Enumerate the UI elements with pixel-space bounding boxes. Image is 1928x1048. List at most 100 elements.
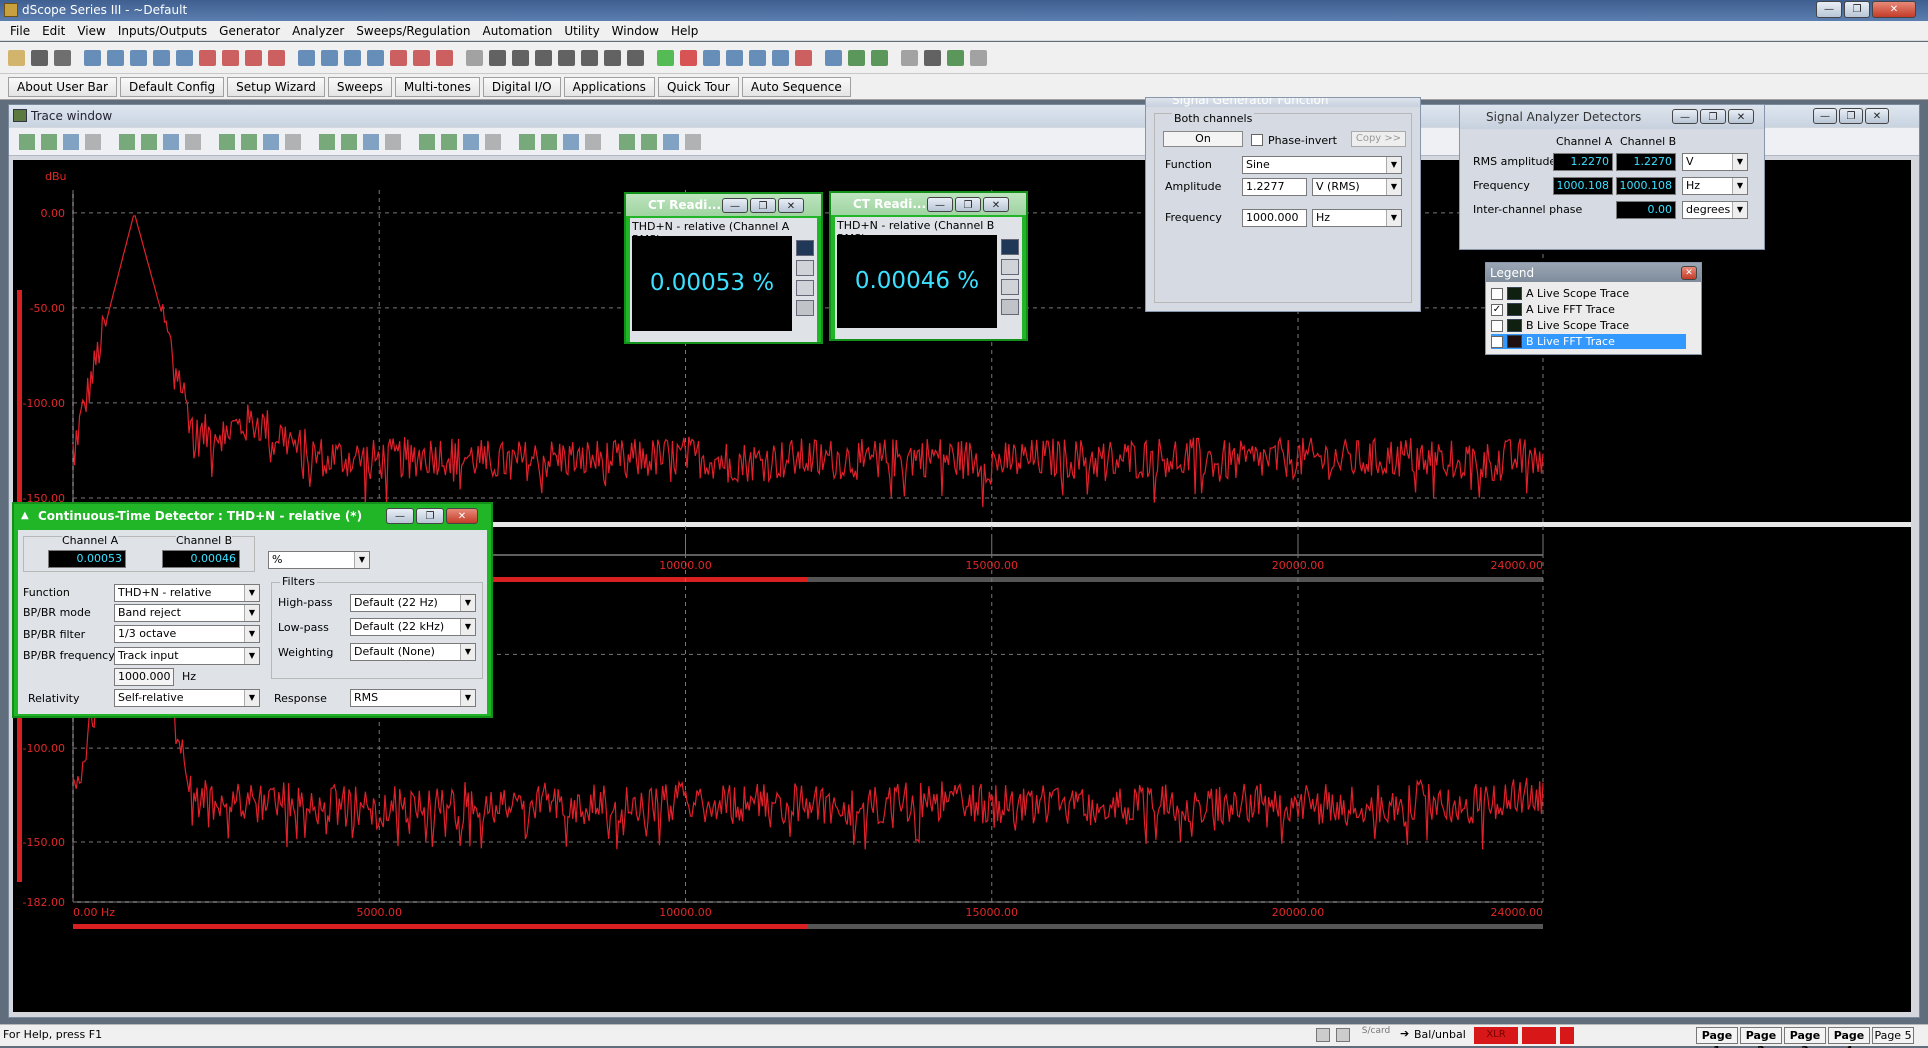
close-icon[interactable]: ✕ bbox=[1872, 1, 1916, 18]
bpbr-mode-dropdown[interactable]: Band reject ▼ bbox=[114, 604, 260, 622]
trace-toolbar-tool-icon[interactable] bbox=[119, 134, 135, 150]
trace-toolbar-tool-icon[interactable] bbox=[641, 134, 657, 150]
ctd-close-icon[interactable]: ✕ bbox=[446, 508, 478, 524]
chart-icon[interactable] bbox=[1001, 279, 1019, 295]
ct-b-minimize-icon[interactable]: — bbox=[927, 197, 953, 212]
toolbar-tool-icon[interactable] bbox=[466, 50, 483, 66]
maximize-icon[interactable]: ❐ bbox=[1844, 1, 1870, 18]
toolbar-tool-icon[interactable] bbox=[153, 50, 170, 66]
detectors-close-icon[interactable]: ✕ bbox=[1728, 109, 1754, 124]
chart-icon[interactable] bbox=[796, 280, 814, 296]
toolbar-tool-icon[interactable] bbox=[199, 50, 216, 66]
toolbar-tool-icon[interactable] bbox=[222, 50, 239, 66]
trace-toolbar-tool-icon[interactable] bbox=[441, 134, 457, 150]
toolbar-tool-icon[interactable] bbox=[604, 50, 621, 66]
auto-sequence-button[interactable]: Auto Sequence bbox=[741, 77, 851, 97]
toolbar-tool-icon[interactable] bbox=[390, 50, 407, 66]
trace-toolbar-tool-icon[interactable] bbox=[419, 134, 435, 150]
keyboard-icon[interactable] bbox=[1336, 1028, 1350, 1042]
legend-item-a-fft[interactable]: ✓ A Live FFT Trace bbox=[1491, 302, 1686, 317]
toolbar-tool-icon[interactable] bbox=[298, 50, 315, 66]
toolbar-tool-icon[interactable] bbox=[344, 50, 361, 66]
legend-close-icon[interactable]: ✕ bbox=[1681, 266, 1697, 280]
trace-toolbar-tool-icon[interactable] bbox=[541, 134, 557, 150]
ct-a-minimize-icon[interactable]: — bbox=[722, 198, 748, 213]
about-user-bar-button[interactable]: About User Bar bbox=[8, 77, 117, 97]
menu-edit[interactable]: Edit bbox=[36, 21, 71, 41]
frequency-unit-dropdown[interactable]: Hz ▼ bbox=[1682, 177, 1748, 195]
highpass-dropdown[interactable]: Default (22 Hz) ▼ bbox=[350, 594, 476, 612]
generator-on-button[interactable]: On bbox=[1163, 131, 1243, 147]
ctd-restore-icon[interactable]: ❐ bbox=[416, 508, 444, 524]
toolbar-tool-icon[interactable] bbox=[130, 50, 147, 66]
ct-a-close-icon[interactable]: ✕ bbox=[778, 198, 804, 213]
minimize-icon[interactable]: — bbox=[1816, 1, 1842, 18]
trace-toolbar-tool-icon[interactable] bbox=[163, 134, 179, 150]
toolbar-tool-icon[interactable] bbox=[558, 50, 575, 66]
trace-toolbar-tool-icon[interactable] bbox=[341, 134, 357, 150]
multi-tones-button[interactable]: Multi-tones bbox=[394, 77, 480, 97]
trace-toolbar-tool-icon[interactable] bbox=[385, 134, 401, 150]
rms-unit-dropdown[interactable]: V ▼ bbox=[1682, 153, 1748, 171]
toolbar-tool-icon[interactable] bbox=[413, 50, 430, 66]
page-tab-2[interactable]: Page 2 bbox=[1740, 1027, 1782, 1048]
trace-toolbar-tool-icon[interactable] bbox=[619, 134, 635, 150]
quick-tour-button[interactable]: Quick Tour bbox=[657, 77, 739, 97]
toolbar-tool-icon[interactable] bbox=[436, 50, 453, 66]
menu-sweeps-regulation[interactable]: Sweeps/Regulation bbox=[350, 21, 476, 41]
menu-automation[interactable]: Automation bbox=[476, 21, 558, 41]
trace-toolbar-tool-icon[interactable] bbox=[463, 134, 479, 150]
trace-toolbar-tool-icon[interactable] bbox=[519, 134, 535, 150]
settings-icon[interactable] bbox=[1001, 259, 1019, 275]
toolbar-tool-icon[interactable] bbox=[31, 50, 48, 66]
toolbar-tool-icon[interactable] bbox=[535, 50, 552, 66]
siggen-function-dropdown[interactable]: Sine ▼ bbox=[1242, 156, 1402, 174]
expand-icon[interactable] bbox=[1001, 299, 1019, 315]
toolbar-tool-icon[interactable] bbox=[970, 50, 987, 66]
trace-minimize-icon[interactable]: — bbox=[1813, 108, 1837, 124]
trace-restore-icon[interactable]: ❐ bbox=[1839, 108, 1863, 124]
toolbar-tool-icon[interactable] bbox=[848, 50, 865, 66]
toolbar-tool-icon[interactable] bbox=[795, 50, 812, 66]
default-config-button[interactable]: Default Config bbox=[119, 77, 225, 97]
toolbar-tool-icon[interactable] bbox=[268, 50, 285, 66]
ctd-unit-dropdown[interactable]: % ▼ bbox=[268, 551, 370, 569]
detectors-restore-icon[interactable]: ❐ bbox=[1700, 109, 1726, 124]
trace-toolbar-tool-icon[interactable] bbox=[219, 134, 235, 150]
settings-icon[interactable] bbox=[796, 260, 814, 276]
copy-button[interactable]: Copy >> bbox=[1351, 131, 1406, 147]
menu-window[interactable]: Window bbox=[606, 21, 665, 41]
toolbar-tool-icon[interactable] bbox=[245, 50, 262, 66]
page-tab-3[interactable]: Page 3 bbox=[1784, 1027, 1826, 1048]
toolbar-tool-icon[interactable] bbox=[367, 50, 384, 66]
ctd-minimize-icon[interactable]: — bbox=[386, 508, 414, 524]
toolbar-tool-icon[interactable] bbox=[489, 50, 506, 66]
phase-invert-checkbox[interactable] bbox=[1251, 134, 1263, 146]
toolbar-tool-icon[interactable] bbox=[512, 50, 529, 66]
ct-b-close-icon[interactable]: ✕ bbox=[983, 197, 1009, 212]
toolbar-tool-icon[interactable] bbox=[657, 50, 674, 66]
legend-item-b-scope[interactable]: B Live Scope Trace bbox=[1491, 318, 1686, 333]
bpbr-filter-dropdown[interactable]: 1/3 octave ▼ bbox=[114, 625, 260, 643]
trace-toolbar-tool-icon[interactable] bbox=[63, 134, 79, 150]
trace-toolbar-tool-icon[interactable] bbox=[19, 134, 35, 150]
ct-b-restore-icon[interactable]: ❐ bbox=[955, 197, 981, 212]
digital-io-button[interactable]: Digital I/O bbox=[482, 77, 561, 97]
toolbar-tool-icon[interactable] bbox=[947, 50, 964, 66]
menu-help[interactable]: Help bbox=[665, 21, 704, 41]
detectors-minimize-icon[interactable]: — bbox=[1672, 109, 1698, 124]
toolbar-tool-icon[interactable] bbox=[54, 50, 71, 66]
trace-toolbar-tool-icon[interactable] bbox=[485, 134, 501, 150]
display-format-icon[interactable] bbox=[1001, 239, 1019, 255]
trace-close-icon[interactable]: ✕ bbox=[1865, 108, 1889, 124]
bpbr-frequency-dropdown[interactable]: Track input ▼ bbox=[114, 647, 260, 665]
toolbar-tool-icon[interactable] bbox=[321, 50, 338, 66]
applications-button[interactable]: Applications bbox=[563, 77, 655, 97]
toolbar-tool-icon[interactable] bbox=[703, 50, 720, 66]
toolbar-tool-icon[interactable] bbox=[107, 50, 124, 66]
toolbar-tool-icon[interactable] bbox=[749, 50, 766, 66]
toolbar-tool-icon[interactable] bbox=[84, 50, 101, 66]
legend-checkbox[interactable]: ✓ bbox=[1491, 335, 1503, 348]
legend-item-a-scope[interactable]: A Live Scope Trace bbox=[1491, 286, 1686, 301]
toolbar-tool-icon[interactable] bbox=[871, 50, 888, 66]
